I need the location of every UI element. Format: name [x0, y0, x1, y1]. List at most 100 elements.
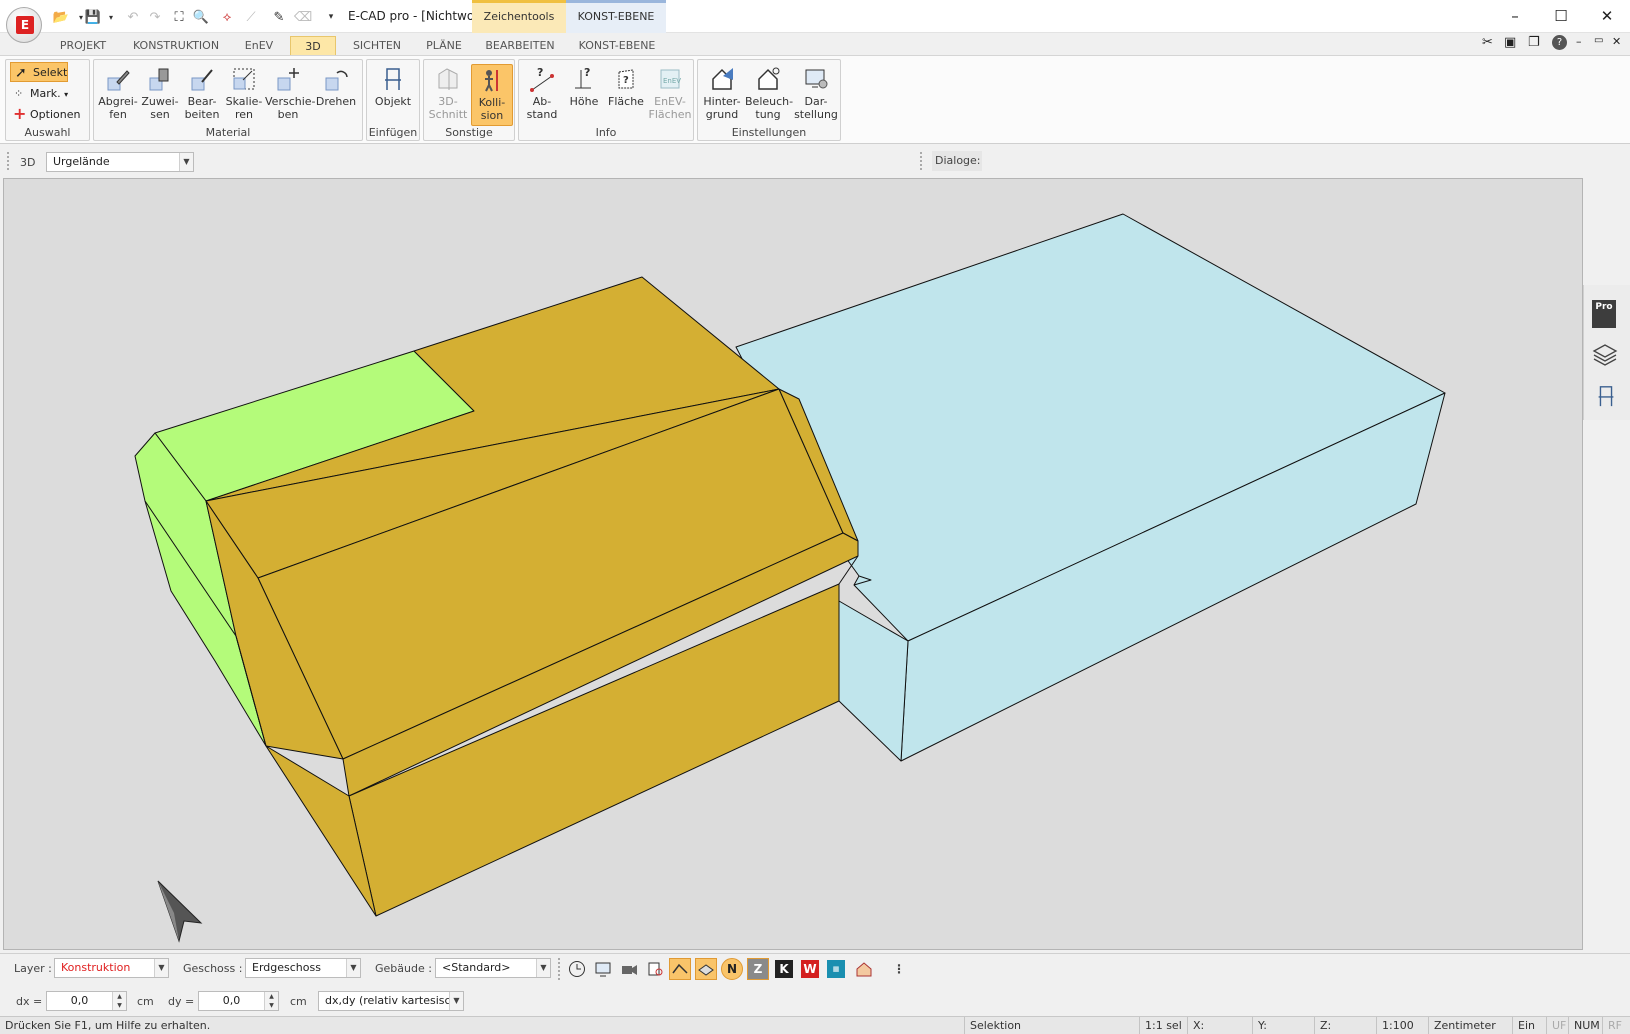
- north-toggle[interactable]: N: [721, 958, 743, 980]
- status-unit: Zentimeter: [1428, 1017, 1512, 1034]
- window-layout-icon[interactable]: ▣: [1504, 35, 1516, 50]
- zoom-extents-icon[interactable]: ⛶: [170, 8, 188, 26]
- beleuchtung-button[interactable]: Beleuch- tung: [745, 64, 793, 126]
- selekt-button[interactable]: ➚ Selekt: [10, 62, 68, 82]
- gebaeude-combo[interactable]: <Standard> ▼: [435, 958, 551, 978]
- enev-flaechen-button[interactable]: EnEV EnEV- Flächen: [647, 64, 693, 126]
- close-button[interactable]: ✕: [1584, 0, 1630, 32]
- hintergrund-button[interactable]: Hinter- grund: [701, 64, 743, 126]
- drehen-label: Drehen: [315, 95, 357, 108]
- abstand-button[interactable]: ? Ab- stand: [521, 64, 563, 126]
- minimize-button[interactable]: –: [1492, 0, 1538, 32]
- verschieben-label: Verschie- ben: [265, 95, 316, 121]
- edit-material-icon: [191, 69, 213, 91]
- verschieben-button[interactable]: Verschie- ben: [265, 64, 316, 126]
- restore-windows-icon[interactable]: ❐: [1528, 35, 1540, 50]
- spin-buttons-icon[interactable]: ▲ ▼: [112, 992, 126, 1010]
- maximize-button[interactable]: ☐: [1538, 0, 1584, 32]
- more-options-icon[interactable]: ⋮: [893, 962, 905, 976]
- tab-sichten[interactable]: SICHTEN: [348, 36, 406, 55]
- pro-badge: Pro: [1595, 302, 1613, 312]
- toolbar-grip[interactable]: [7, 152, 9, 170]
- help-icon[interactable]: ?: [1552, 35, 1567, 50]
- status-rf: RF: [1602, 1017, 1630, 1034]
- bearbeiten-button[interactable]: Bear- beiten: [181, 64, 223, 126]
- 3d-schnitt-button[interactable]: 3D- Schnitt: [427, 64, 469, 126]
- pro-panel-button[interactable]: Pro: [1592, 300, 1616, 328]
- 3d-viewport[interactable]: [3, 178, 1583, 950]
- k-toggle[interactable]: K: [775, 960, 793, 978]
- snap-line-icon[interactable]: [669, 958, 691, 980]
- save-icon[interactable]: 💾: [84, 8, 102, 26]
- doc-minimize-icon[interactable]: –: [1576, 35, 1582, 48]
- dx-input[interactable]: 0,0 ▲ ▼: [46, 991, 127, 1011]
- print-preview-icon[interactable]: [644, 958, 666, 980]
- group-sonstige: 3D- Schnitt Kolli- sion Sonstige: [423, 59, 515, 141]
- 3d-model-canvas[interactable]: [4, 179, 1584, 951]
- data-export-icon[interactable]: ▦: [827, 960, 845, 978]
- dx-unit: cm: [137, 995, 154, 1008]
- view-toolbar: [0, 146, 1630, 176]
- layers-icon[interactable]: [1592, 342, 1618, 368]
- open-folder-icon[interactable]: 📂: [52, 8, 70, 26]
- dialoge-grip[interactable]: [920, 152, 922, 170]
- tools-icon[interactable]: ✂: [1482, 35, 1493, 50]
- flaeche-button[interactable]: ? Fläche: [605, 64, 647, 126]
- view-combo[interactable]: Urgelände ▼: [46, 152, 194, 172]
- tab-plaene[interactable]: PLÄNE: [418, 36, 470, 55]
- customize-quickaccess-icon[interactable]: ▾: [322, 8, 340, 26]
- geschoss-combo[interactable]: Erdgeschoss ▼: [245, 958, 361, 978]
- darstellung-button[interactable]: Dar- stellung: [793, 64, 839, 126]
- objekt-label: Objekt: [374, 95, 412, 108]
- mark-dropdown-icon: ▾: [64, 90, 69, 99]
- kollision-button[interactable]: Kolli- sion: [471, 64, 513, 126]
- context-tab-konst-ebene[interactable]: KONST-EBENE: [566, 0, 666, 33]
- snap-plane-icon[interactable]: [695, 958, 717, 980]
- tab-enev[interactable]: EnEV: [236, 36, 282, 55]
- camera-icon[interactable]: [618, 958, 640, 980]
- display-settings-icon: [805, 69, 828, 89]
- tab-3d[interactable]: 3D: [290, 36, 336, 55]
- clock-icon[interactable]: [566, 958, 588, 980]
- mark-button[interactable]: ⁘ Mark. ▾: [10, 84, 68, 104]
- dy-value: 0,0: [222, 994, 241, 1007]
- tab-projekt[interactable]: PROJEKT: [52, 36, 114, 55]
- zuweisen-button[interactable]: Zuwei- sen: [139, 64, 181, 126]
- dy-input[interactable]: 0,0 ▲ ▼: [198, 991, 279, 1011]
- screen-icon[interactable]: [592, 958, 614, 980]
- skalieren-label: Skalie- ren: [225, 95, 263, 121]
- measure-icon[interactable]: ⟋: [242, 8, 260, 26]
- spin-buttons-icon[interactable]: ▲ ▼: [264, 992, 278, 1010]
- optionen-label: Optionen: [30, 108, 81, 121]
- eraser-icon[interactable]: ⌫: [294, 8, 312, 26]
- skalieren-button[interactable]: Skalie- ren: [223, 64, 265, 126]
- enev-area-icon: EnEV: [660, 69, 681, 89]
- abgreifen-button[interactable]: Abgrei- fen: [97, 64, 139, 126]
- snap-icon[interactable]: ⟡: [218, 8, 236, 26]
- object-chair-icon[interactable]: [1594, 384, 1618, 408]
- zoom-icon[interactable]: 🔍: [192, 8, 210, 26]
- doc-close-icon[interactable]: ✕: [1612, 35, 1621, 48]
- height-icon: ?: [575, 66, 591, 89]
- save-dropdown-icon[interactable]: ▾: [102, 8, 120, 26]
- doc-restore-icon[interactable]: ▭: [1594, 35, 1603, 46]
- house-3d-icon[interactable]: [853, 958, 875, 980]
- pen-icon[interactable]: ✎: [270, 8, 288, 26]
- coord-mode-combo[interactable]: dx,dy (relativ kartesisch) ▼: [318, 991, 464, 1011]
- undo-icon[interactable]: ↶: [124, 8, 142, 26]
- w-toggle[interactable]: W: [801, 960, 819, 978]
- tab-bearbeiten[interactable]: BEARBEITEN: [480, 36, 560, 55]
- tab-konst-ebene[interactable]: KONST-EBENE: [570, 36, 664, 55]
- drehen-button[interactable]: Drehen: [313, 64, 359, 126]
- dx-value: 0,0: [70, 994, 89, 1007]
- redo-icon[interactable]: ↷: [146, 8, 164, 26]
- layer-combo[interactable]: Konstruktion ▼: [54, 958, 169, 978]
- objekt-button[interactable]: Objekt: [372, 64, 414, 126]
- z-toggle[interactable]: Z: [747, 958, 769, 980]
- tab-konstruktion[interactable]: KONSTRUKTION: [128, 36, 224, 55]
- context-tab-zeichentools[interactable]: Zeichentools: [472, 0, 566, 33]
- toolbar-grip[interactable]: [558, 958, 560, 980]
- optionen-button[interactable]: + Optionen: [10, 104, 81, 125]
- hoehe-button[interactable]: ? Höhe: [563, 64, 605, 126]
- application-menu-button[interactable]: E: [6, 7, 42, 43]
